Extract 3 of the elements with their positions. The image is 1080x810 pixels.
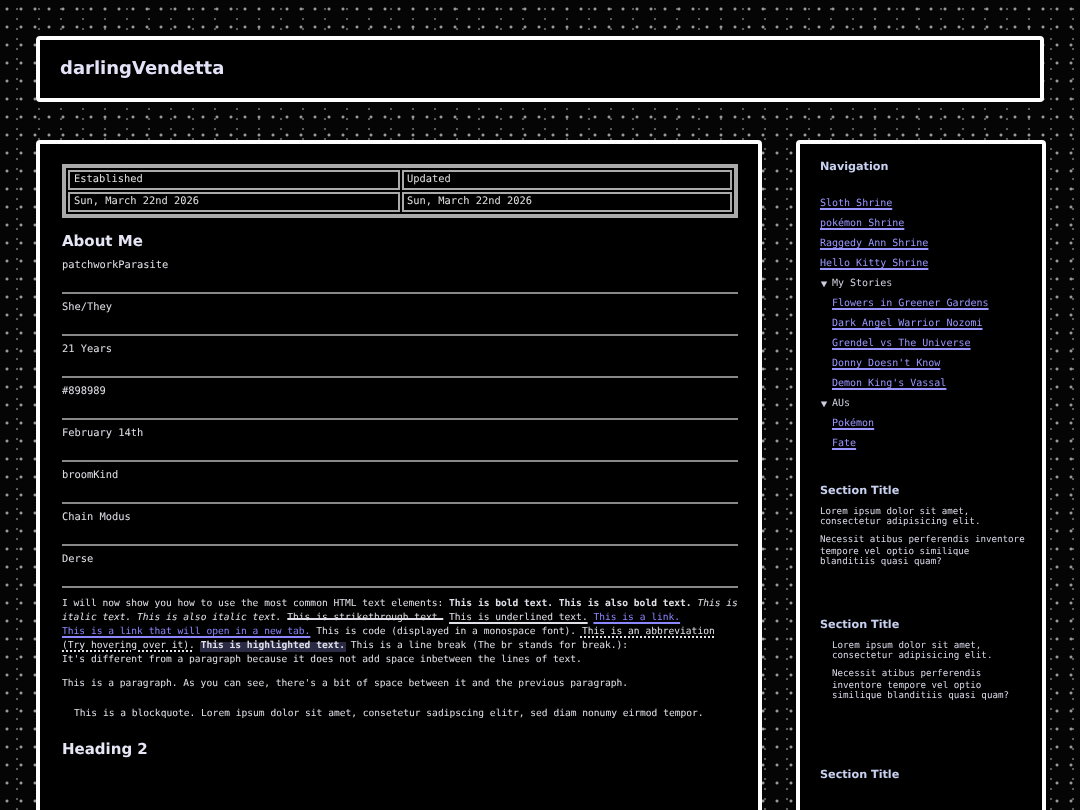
caret-icon <box>820 400 828 408</box>
site-title: darlingVendetta <box>60 59 225 79</box>
caret-icon <box>820 280 828 288</box>
